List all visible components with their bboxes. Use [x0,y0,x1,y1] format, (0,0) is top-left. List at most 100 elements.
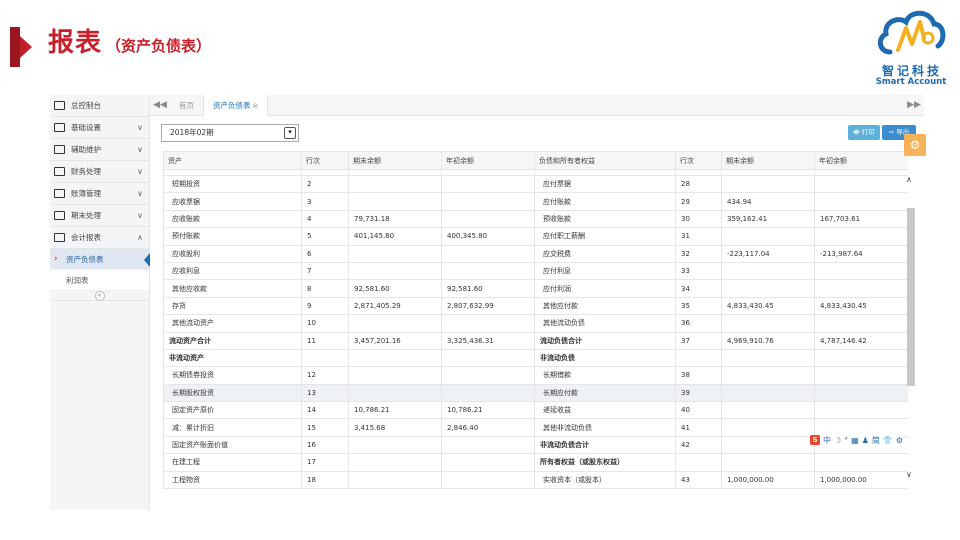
table-cell: 29 [675,192,722,211]
table-cell: 存货 [163,296,302,316]
table-cell [721,279,815,298]
table-cell: 其他应收款 [163,279,302,298]
table-cell: 固定资产原价 [163,401,302,420]
table-cell: 18 [301,470,349,490]
slide-title: 报表 （资产负债表） [48,22,211,59]
print-button[interactable]: 🖶 打印 [848,125,880,140]
table-cell: 35 [675,296,722,316]
punctuation-icon[interactable]: ° [844,436,848,445]
table-cell [814,401,908,420]
tab-balance-sheet[interactable]: 资产负债表 ⊗ [204,95,269,116]
close-icon[interactable]: ⊗ [253,102,259,110]
table-cell: 30 [675,209,722,229]
period-select[interactable]: 2018年02期 ▾ [161,124,299,142]
table-row[interactable]: 存货 9 2,871,405.29 2,807,632.99 其他应付款 35 4,833,… [163,296,908,316]
moon-icon[interactable]: ☽ [834,436,841,445]
gear-icon[interactable]: ⚙ [896,436,903,445]
settings-gear-icon[interactable]: ⚙ [904,134,926,156]
table-cell [348,192,442,211]
table-cell: 16 [301,435,349,455]
table-row[interactable]: 减：累计折旧 15 3,415.68 2,846.40 其他非流动负债 41 [163,418,908,437]
card-icon [54,189,65,198]
table-row[interactable]: 应收股利 6 应交税费 32 -223,117.04 -213,987.64 [163,244,908,263]
table-cell: 28 [675,174,722,194]
table-cell [301,348,349,368]
keyboard-icon[interactable]: ▦ [851,436,859,445]
table-row[interactable]: 其他流动资产 10 其他流动负债 36 [163,314,908,333]
table-cell [814,192,908,211]
column-header: 期末余额 [721,151,815,170]
table-cell: 8 [301,279,349,298]
table-cell: 长期借款 [534,366,676,385]
sidebar-item[interactable]: 期末处理 ∨ [50,205,149,227]
chevron-down-icon[interactable]: ▾ [284,127,296,139]
table-row[interactable]: 应收利息 7 应付利息 33 [163,261,908,281]
sidebar-subitem[interactable]: 利润表 [50,270,149,291]
table-cell: 应付票据 [534,174,676,194]
table-cell: -223,117.04 [721,244,815,263]
sidebar-item[interactable]: 财务处理 ∨ [50,161,149,183]
table-cell [721,227,815,246]
table-row[interactable]: 在建工程 17 所有者权益（或股东权益） [163,453,908,472]
table-cell: 1,000,000.00 [721,470,815,490]
monitor-icon [54,101,65,110]
table-row[interactable]: 流动资产合计 11 3,457,201.16 3,325,436.31 流动负债合计 37… [163,331,908,350]
skin-icon[interactable]: 👕 [883,436,893,445]
ime-logo-icon[interactable]: S [810,435,820,445]
table-row[interactable]: 应收账款 4 79,731.18 预收账款 30 359,162.41 167,703.61 [163,209,908,229]
simplified-icon[interactable]: 简 [872,435,880,446]
chevron-icon: ∨ [137,167,143,176]
table-cell: 非流动负债 [534,348,676,368]
table-row[interactable]: 应收票据 3 应付账款 29 434.94 [163,192,908,211]
table-cell [721,366,815,385]
vertical-scrollbar[interactable]: ∧ ∨ [906,175,916,495]
slide-title-main: 报表 [48,28,103,58]
table-row[interactable]: 固定资产账面价值 16 非流动负债合计 42 [163,435,908,455]
table-cell [721,435,815,455]
table-cell: 43 [675,470,722,490]
table-cell [814,314,908,333]
table-row[interactable]: 短期投资 2 应付票据 28 [163,174,908,194]
table-row[interactable]: 固定资产原价 14 10,786.21 10,786.21 递延收益 40 [163,401,908,420]
sidebar-item[interactable]: 总控制台 [50,95,149,117]
table-cell: 长期股权投资 [163,383,302,403]
table-cell [814,279,908,298]
user-icon[interactable]: ♟ [862,436,869,445]
tab-home[interactable]: 首页 [170,95,204,116]
table-row[interactable]: 工程物资 18 实收资本（或股本） 43 1,000,000.00 1,000,000.0… [163,470,908,490]
sidebar-subitem[interactable]: 资产负债表 [50,249,150,270]
table-row[interactable]: 其他应收款 8 92,581.60 92,581.60 应付利润 34 [163,279,908,298]
scrollbar-thumb[interactable] [907,208,915,386]
table-cell: 2,846.40 [441,418,535,437]
scroll-down-icon[interactable]: ∨ [906,470,912,479]
ime-chinese-icon[interactable]: 中 [823,435,831,446]
table-row[interactable]: 长期债券投资 12 长期借款 38 [163,366,908,385]
table-cell: 流动资产合计 [163,331,302,350]
tab-next-button[interactable]: ▶▶ [904,95,924,116]
sidebar-item[interactable]: 辅助维护 ∨ [50,139,149,161]
ime-toolbar[interactable]: S 中 ☽ ° ▦ ♟ 简 👕 ⚙ [810,434,904,446]
table-cell: 3,325,436.31 [441,331,535,350]
scroll-up-icon[interactable]: ∧ [906,175,912,184]
table-cell: 7 [301,261,349,281]
tab-prev-button[interactable]: ◀◀ [150,95,170,116]
sidebar-item[interactable]: 会计报表 ∧ [50,227,149,249]
table-row[interactable]: 预付账款 5 401,145.80 400,345.80 应付职工薪酬 31 [163,227,908,246]
table-row[interactable]: 长期股权投资 13 长期应付款 39 [163,383,908,403]
table-cell [441,383,535,403]
chevron-icon: ∧ [137,233,143,242]
table-cell [814,348,908,368]
table-cell [675,453,722,472]
table-cell [721,314,815,333]
table-row[interactable]: 非流动资产 非流动负债 [163,348,908,368]
sidebar-item[interactable]: 基础设置 ∨ [50,117,149,139]
money-icon [54,167,65,176]
table-cell [721,383,815,403]
collapse-icon[interactable]: « [94,290,105,301]
sidebar-item-label: 账簿管理 [71,189,101,198]
sidebar-item[interactable]: 账簿管理 ∨ [50,183,149,205]
table-cell: 9 [301,296,349,316]
tab-home-label: 首页 [179,101,194,110]
table-cell [441,244,535,263]
table-cell: 38 [675,366,722,385]
